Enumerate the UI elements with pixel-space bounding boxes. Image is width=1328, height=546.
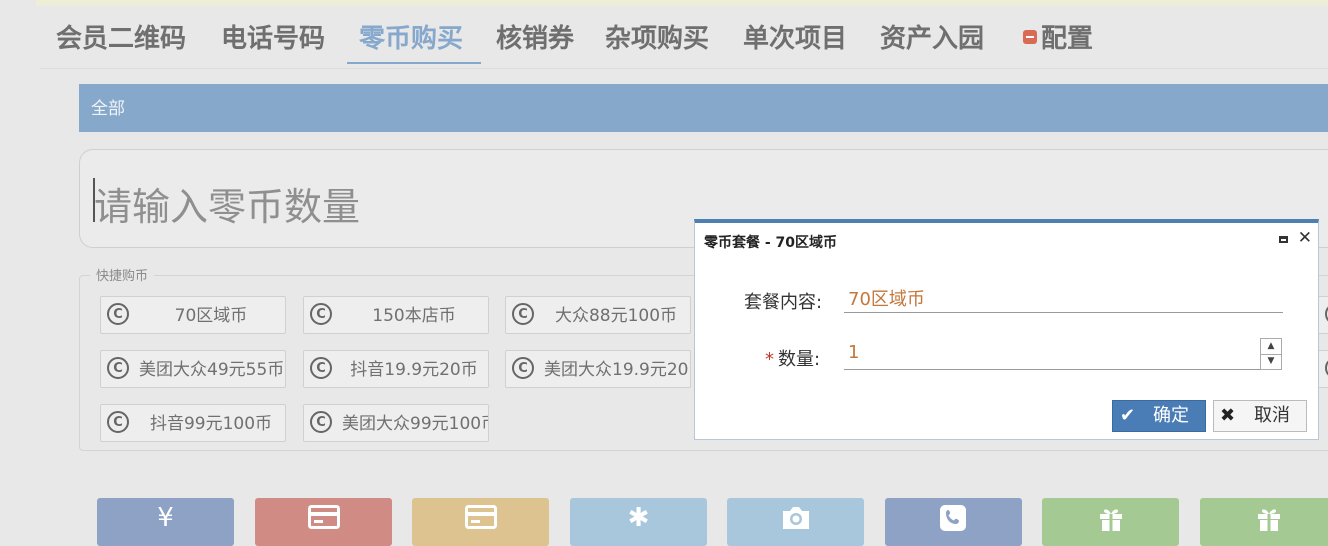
top-strip xyxy=(36,0,1328,6)
tab-coin-purchase[interactable]: 零币购买 xyxy=(347,20,481,64)
category-bar[interactable]: 全部 xyxy=(79,84,1328,132)
check-icon: ✔ xyxy=(1120,405,1136,426)
cancel-button[interactable]: ✖ 取消 xyxy=(1213,400,1307,432)
quantity-stepper[interactable]: ▲ ▼ xyxy=(1260,338,1282,370)
close-icon: ✖ xyxy=(1220,405,1236,426)
pay-phone-button[interactable] xyxy=(885,498,1022,546)
camera-icon xyxy=(780,505,812,535)
quick-buy-dazhong-88[interactable]: C 大众88元100币 xyxy=(505,296,691,334)
cancel-button-label: 取消 xyxy=(1254,405,1290,426)
phone-icon xyxy=(939,504,967,536)
gift-icon xyxy=(1097,504,1125,536)
close-icon[interactable]: ✕ xyxy=(1298,228,1312,248)
package-content-label: 套餐内容: xyxy=(744,292,823,313)
tab-phone-number[interactable]: 电话号码 xyxy=(221,20,325,64)
quick-buy-douyin-99[interactable]: C 抖音99元100币 xyxy=(100,404,286,442)
asterisk-icon: ✱ xyxy=(627,503,650,533)
coin-icon: C xyxy=(512,357,534,379)
quantity-underline xyxy=(844,369,1260,370)
pay-gift-button[interactable] xyxy=(1042,498,1179,546)
quick-buy-label: 150本店币 xyxy=(372,306,456,326)
card-icon xyxy=(465,505,497,533)
quick-buy-label: 美团大众19.9元20币 xyxy=(544,360,691,380)
coin-icon: C xyxy=(107,357,129,379)
coin-icon: C xyxy=(107,303,129,325)
coin-icon: C xyxy=(310,411,332,433)
tab-single-item[interactable]: 单次项目 xyxy=(743,20,847,64)
pay-card-button-2[interactable] xyxy=(412,498,549,546)
quantity-label: * 数量: xyxy=(765,345,820,371)
quick-buy-label: 抖音19.9元20币 xyxy=(350,360,478,380)
required-mark: * xyxy=(765,349,774,370)
coin-icon: C xyxy=(310,303,332,325)
quantity-field[interactable]: 1 xyxy=(848,342,859,363)
card-icon xyxy=(308,505,340,533)
coin-quantity-placeholder: 请输入零币数量 xyxy=(94,185,361,229)
tab-bar: 会员二维码 电话号码 零币购买 核销券 杂项购买 单次项目 资产入园 配置 xyxy=(40,14,1328,69)
quick-buy-label: 抖音99元100币 xyxy=(149,414,273,434)
quick-buy-label: 美团大众49元55币 xyxy=(139,360,285,380)
tab-member-qrcode[interactable]: 会员二维码 xyxy=(56,20,186,64)
gift-icon xyxy=(1255,504,1283,536)
minimize-icon[interactable] xyxy=(1279,236,1288,243)
coin-icon: C xyxy=(512,303,534,325)
pay-card-button[interactable] xyxy=(255,498,392,546)
tab-config[interactable]: 配置 xyxy=(1023,20,1093,64)
quick-buy-meituan-49[interactable]: C 美团大众49元55币 xyxy=(100,350,286,388)
package-content-underline xyxy=(844,312,1283,313)
chevron-up-icon[interactable]: ▲ xyxy=(1261,339,1281,355)
minus-icon xyxy=(1023,29,1037,44)
tab-misc-purchase[interactable]: 杂项购买 xyxy=(605,20,709,64)
dialog-title: 零币套餐 - 70区域币 xyxy=(704,235,838,251)
quick-buy-legend: 快捷购币 xyxy=(90,265,155,284)
tab-voucher[interactable]: 核销券 xyxy=(496,20,574,64)
quick-buy-150-store-coin[interactable]: C 150本店币 xyxy=(303,296,489,334)
coin-package-dialog: 零币套餐 - 70区域币 ✕ 套餐内容: 70区域币 * 数量: 1 ▲ ▼ ✔ … xyxy=(694,219,1319,440)
quick-buy-70-area-coin[interactable]: C 70区域币 xyxy=(100,296,286,334)
pay-gift-button-2[interactable] xyxy=(1200,498,1328,546)
confirm-button[interactable]: ✔ 确定 xyxy=(1112,400,1206,432)
quick-buy-douyin-19-9[interactable]: C 抖音19.9元20币 xyxy=(303,350,489,388)
chevron-down-icon[interactable]: ▼ xyxy=(1261,354,1281,369)
quick-buy-label: 70区域币 xyxy=(174,306,248,326)
pay-other-button[interactable]: ✱ xyxy=(570,498,707,546)
quick-buy-label: 大众88元100币 xyxy=(554,306,678,326)
yen-icon: ¥ xyxy=(157,503,174,533)
tab-asset-entry[interactable]: 资产入园 xyxy=(880,20,984,64)
package-content-value: 70区域币 xyxy=(848,289,925,310)
coin-icon: C xyxy=(107,411,129,433)
quick-buy-meituan-99[interactable]: C 美团大众99元100币 xyxy=(303,404,489,442)
quick-buy-label: 美团大众99元100币 xyxy=(342,414,489,434)
tab-config-label: 配置 xyxy=(1041,24,1094,54)
confirm-button-label: 确定 xyxy=(1153,405,1189,426)
coin-icon: C xyxy=(310,357,332,379)
pay-cash-button[interactable]: ¥ xyxy=(97,498,234,546)
quick-buy-meituan-19-9[interactable]: C 美团大众19.9元20币 xyxy=(505,350,691,388)
pay-scan-button[interactable] xyxy=(727,498,864,546)
quantity-label-text: 数量: xyxy=(778,349,821,370)
